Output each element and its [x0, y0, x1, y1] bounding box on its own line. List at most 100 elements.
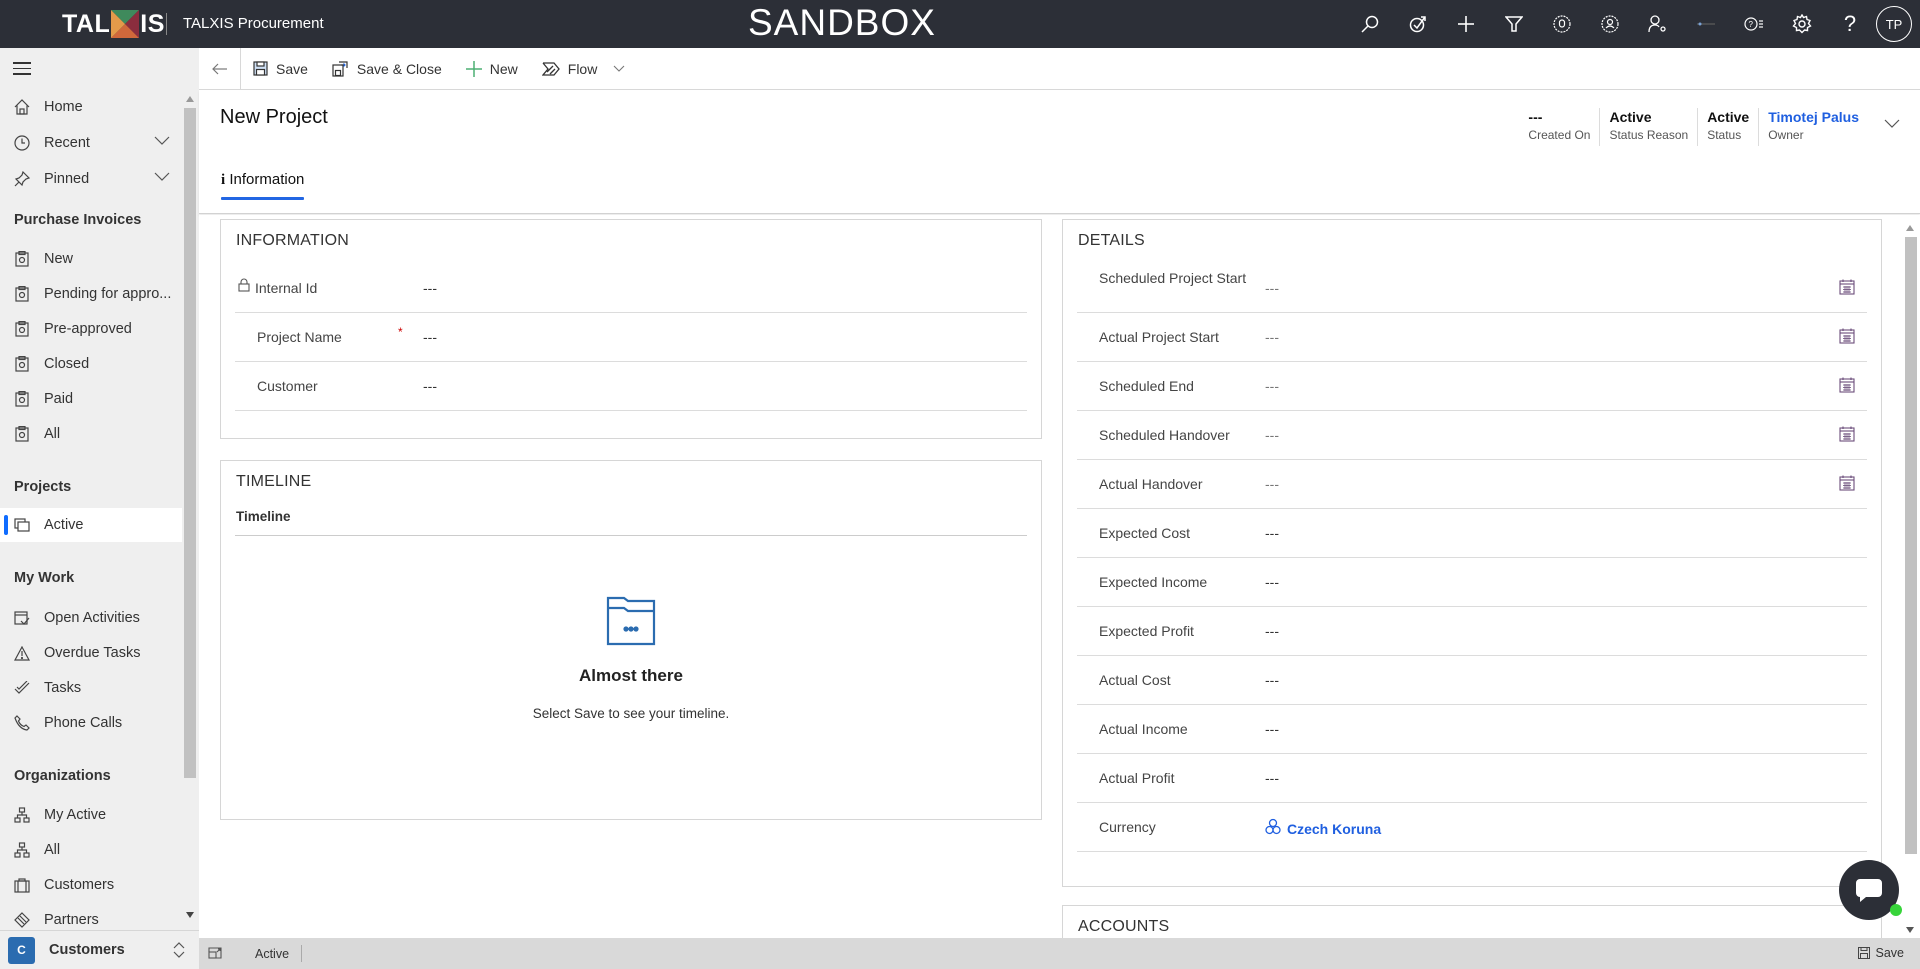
sidebar-item-org-my-active[interactable]: My Active	[0, 798, 182, 832]
field-actual-project-start: Actual Project Start ---	[1077, 313, 1867, 362]
status-bar: Active Save	[199, 938, 1920, 969]
sidebar-item-invoices-all[interactable]: All	[0, 417, 182, 451]
persona-icon[interactable]	[1586, 0, 1634, 48]
chevron-down-icon[interactable]	[154, 134, 170, 150]
sidebar-item-org-all[interactable]: All	[0, 833, 182, 867]
expand-header-chevron-icon[interactable]	[1884, 116, 1900, 134]
status-save-button[interactable]: Save	[1857, 946, 1904, 960]
save-and-close-button[interactable]: Save & Close	[320, 48, 454, 90]
form-header: New Project --- Created On Active Status R…	[199, 90, 1920, 214]
accounts-section: ACCOUNTS	[1062, 905, 1882, 938]
divider	[235, 535, 1027, 536]
sidebar-item-phone-calls[interactable]: Phone Calls	[0, 706, 182, 740]
filter-icon[interactable]	[1490, 0, 1538, 48]
field-project-name: Project Name * ---	[235, 313, 1027, 362]
assistant-icon[interactable]	[1394, 0, 1442, 48]
scrollbar-thumb[interactable]	[1905, 237, 1917, 854]
section-title: ACCOUNTS	[1078, 918, 1170, 935]
field-scheduled-handover: Scheduled Handover ---	[1077, 411, 1867, 460]
sidebar-item-overdue-tasks[interactable]: Overdue Tasks	[0, 636, 182, 670]
sidebar-item-org-customers[interactable]: Customers	[0, 868, 182, 902]
scheduled-handover-input[interactable]: ---	[1265, 427, 1279, 443]
sidebar-group-my-work: My Work	[14, 570, 75, 586]
area-switcher[interactable]: C Customers	[0, 930, 199, 969]
area-badge: C	[8, 936, 35, 964]
sidebar-item-tasks[interactable]: Tasks	[0, 671, 182, 705]
notification-icon[interactable]	[1538, 0, 1586, 48]
online-status-dot	[1890, 904, 1902, 916]
field-actual-profit: Actual Profit ---	[1077, 754, 1867, 803]
expected-income-input[interactable]: ---	[1265, 574, 1279, 590]
tab-information[interactable]: i Information	[221, 171, 305, 200]
sidebar-item-invoices-paid[interactable]: Paid	[0, 382, 182, 416]
scheduled-project-start-input[interactable]: ---	[1265, 280, 1279, 296]
invoice-icon	[0, 356, 44, 372]
hamburger-menu-icon[interactable]	[13, 62, 31, 79]
section-title: INFORMATION	[236, 232, 350, 249]
help-list-icon[interactable]: ?	[1730, 0, 1778, 48]
user-avatar[interactable]: TP	[1876, 6, 1912, 42]
sidebar-item-invoices-closed[interactable]: Closed	[0, 347, 182, 381]
settings-icon[interactable]	[1778, 0, 1826, 48]
calendar-icon[interactable]	[1839, 279, 1855, 300]
calendar-icon[interactable]	[1839, 328, 1855, 349]
scroll-up-arrow-icon[interactable]	[186, 96, 194, 102]
field-internal-id: Internal Id ---	[235, 264, 1027, 313]
currency-lookup-link[interactable]: Czech Koruna	[1265, 818, 1381, 839]
search-icon[interactable]	[1346, 0, 1394, 48]
actual-profit-input[interactable]: ---	[1265, 770, 1279, 786]
owner-link[interactable]: Timotej Palus	[1768, 108, 1859, 126]
actual-project-start-input[interactable]: ---	[1265, 329, 1279, 345]
open-in-new-window-icon[interactable]	[208, 947, 222, 962]
invoice-icon	[0, 286, 44, 302]
folder-icon	[606, 596, 656, 646]
new-icon[interactable]	[1442, 0, 1490, 48]
expected-cost-input[interactable]: ---	[1265, 525, 1279, 541]
flow-button[interactable]: Flow	[530, 48, 638, 90]
calendar-icon[interactable]	[1839, 475, 1855, 496]
sidebar-scrollbar[interactable]	[183, 92, 196, 932]
divider	[301, 945, 302, 962]
sidebar-item-home[interactable]: Home	[0, 90, 182, 124]
sidebar-item-invoices-new[interactable]: New	[0, 242, 182, 276]
scroll-down-arrow-icon[interactable]	[1906, 927, 1914, 933]
chevron-down-icon[interactable]	[154, 170, 170, 186]
flow-icon	[541, 61, 560, 76]
actual-cost-input[interactable]: ---	[1265, 672, 1279, 688]
user-settings-icon[interactable]	[1634, 0, 1682, 48]
save-button[interactable]: Save	[241, 48, 320, 90]
chat-button[interactable]	[1839, 860, 1902, 920]
sidebar-item-pinned[interactable]: Pinned	[0, 162, 182, 196]
field-customer: Customer ---	[235, 362, 1027, 411]
app-name[interactable]: TALXIS Procurement	[183, 15, 324, 32]
field-actual-handover: Actual Handover ---	[1077, 460, 1867, 509]
details-section: DETAILS Scheduled Project Start --- Actual…	[1062, 219, 1882, 887]
sidebar-item-invoices-pending[interactable]: Pending for appro...	[0, 277, 182, 311]
calendar-icon[interactable]	[1839, 377, 1855, 398]
chevron-down-icon[interactable]	[613, 65, 625, 73]
back-button[interactable]	[199, 47, 241, 90]
chevron-up-down-icon[interactable]	[173, 941, 185, 964]
scroll-up-arrow-icon[interactable]	[1906, 225, 1914, 231]
actual-income-input[interactable]: ---	[1265, 721, 1279, 737]
new-button[interactable]: New	[454, 48, 530, 90]
scheduled-end-input[interactable]: ---	[1265, 378, 1279, 394]
sidebar-item-projects-active[interactable]: Active	[0, 508, 182, 542]
sidebar-item-recent[interactable]: Recent	[0, 126, 182, 160]
environment-banner: SANDBOX	[748, 2, 936, 43]
form-content: INFORMATION Internal Id --- Project Name…	[199, 215, 1920, 938]
scrollbar-thumb[interactable]	[184, 108, 196, 778]
area-label: Customers	[49, 942, 125, 958]
scroll-down-arrow-icon[interactable]	[186, 912, 194, 918]
sidebar-item-open-activities[interactable]: Open Activities	[0, 601, 182, 635]
customer-lookup-input[interactable]: ---	[423, 378, 437, 394]
talxis-logo[interactable]: TAL IS	[62, 10, 165, 38]
form-scrollbar[interactable]	[1903, 215, 1917, 938]
calendar-icon[interactable]	[1839, 426, 1855, 447]
header-field-status-reason[interactable]: Active Status Reason	[1600, 108, 1699, 146]
project-name-input[interactable]: ---	[423, 329, 437, 345]
expected-profit-input[interactable]: ---	[1265, 623, 1279, 639]
sidebar-item-invoices-preapproved[interactable]: Pre-approved	[0, 312, 182, 346]
actual-handover-input[interactable]: ---	[1265, 476, 1279, 492]
help-icon[interactable]: ?	[1826, 0, 1874, 48]
